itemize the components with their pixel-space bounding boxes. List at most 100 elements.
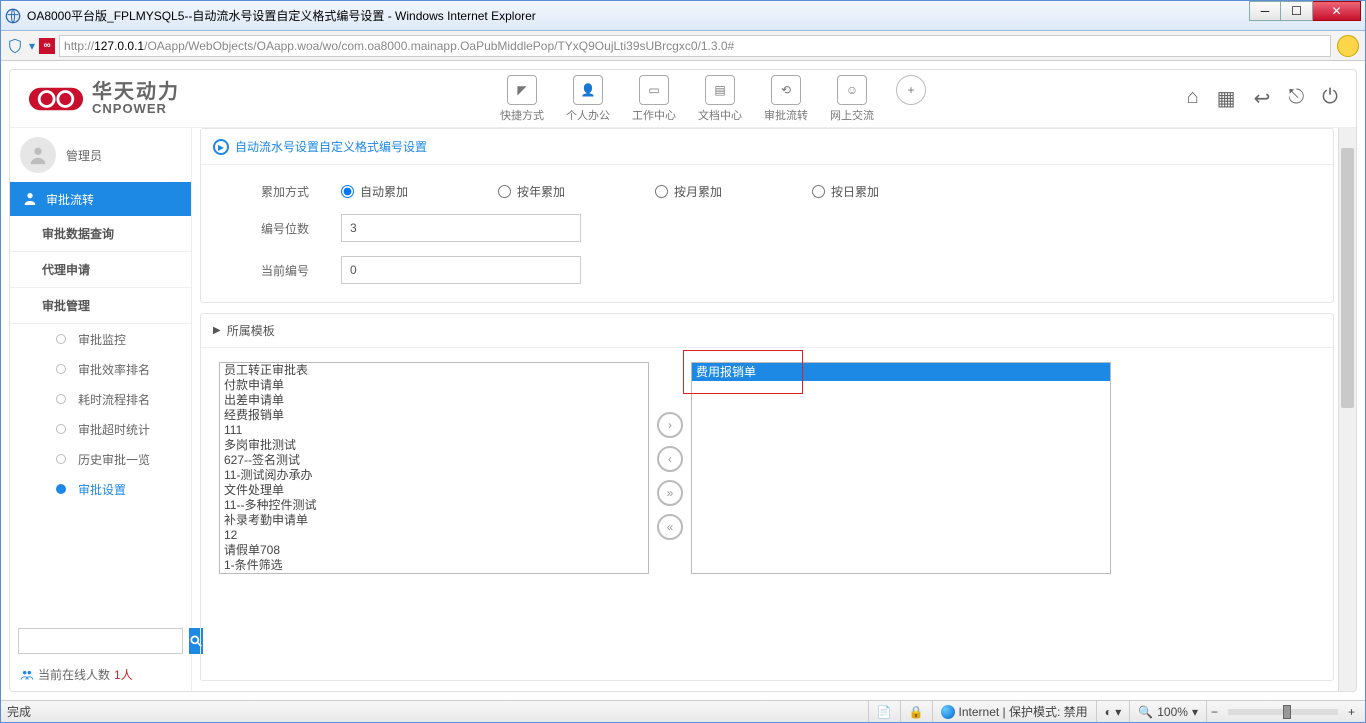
list-option[interactable]: 12 [220,528,648,543]
list-option[interactable]: 多岗审批测试 [220,438,648,453]
list-option[interactable]: 付款申请单 [220,378,648,393]
topnav-add[interactable]: + [896,75,926,123]
sidebar-subitem-审批设置[interactable]: 审批设置 [10,474,191,504]
template-source-list[interactable]: 员工转正审批表付款申请单出差申请单经费报销单111多岗审批测试627--签名测试… [219,362,649,574]
status-bar: 完成 📄 🔒 Internet | 保护模式: 禁用 ◐ ▾ 🔍 100% ▾ … [1,700,1365,722]
list-option[interactable]: 111 [220,423,648,438]
zoom-slider[interactable] [1228,709,1338,715]
move-left-button[interactable]: ‹ [657,446,683,472]
url-field[interactable]: http://127.0.0.1/OAapp/WebObjects/OAapp.… [59,35,1331,57]
bullet-icon [56,394,66,404]
move-all-right-button[interactable]: » [657,480,683,506]
list-option[interactable]: 补录考勤申请单 [220,513,648,528]
list-option[interactable]: 1销售新签 [220,573,648,574]
selected-option[interactable]: 费用报销单 [692,363,1110,381]
sidebar-item-代理申请[interactable]: 代理申请 [10,252,191,288]
sidebar-subitem-耗时流程排名[interactable]: 耗时流程排名 [10,384,191,414]
list-option[interactable]: 1-条件筛选 [220,558,648,573]
sidebar-item-审批数据查询[interactable]: 审批数据查询 [10,216,191,252]
avatar [20,137,56,173]
radio-按月累加[interactable]: 按月累加 [655,183,722,200]
status-icon-2[interactable]: 🔒 [900,701,932,722]
status-zone: Internet | 保护模式: 禁用 [959,703,1088,720]
window-maximize-button[interactable]: ☐ [1281,1,1313,21]
radio-按日累加[interactable]: 按日累加 [812,183,879,200]
smiley-icon[interactable] [1337,35,1359,57]
online-count: 当前在线人数 1人 [10,662,191,691]
radio-按年累加[interactable]: 按年累加 [498,183,565,200]
bullet-icon [56,364,66,374]
shield-icon [7,38,23,54]
brand-name-cn: 华天动力 [92,82,180,102]
window-close-button[interactable]: ✕ [1313,1,1361,21]
url-prefix: http:// [64,39,94,53]
topnav-审批流转[interactable]: ⟲审批流转 [764,75,808,123]
move-right-button[interactable]: › [657,412,683,438]
list-option[interactable]: 627--签名测试 [220,453,648,468]
sidebar-subitem-审批效率排名[interactable]: 审批效率排名 [10,354,191,384]
header-icons: ⌂ ▦ ↩ ⎋ ⏻ [1187,86,1338,111]
list-option[interactable]: 11-测试阅办承办 [220,468,648,483]
brand-name-en: CNPOWER [92,102,180,115]
bullet-icon [56,484,66,494]
topnav-icon: ▭ [639,75,669,105]
status-done: 完成 [7,703,868,720]
topnav-文档中心[interactable]: ▤文档中心 [698,75,742,123]
sidebar-item-审批管理[interactable]: 审批管理 [10,288,191,324]
radio-自动累加[interactable]: 自动累加 [341,183,408,200]
topnav-icon: ☺ [837,75,867,105]
site-icon: ∞ [39,38,55,54]
window-minimize-button[interactable]: ─ [1249,1,1281,21]
sidebar-subitem-审批超时统计[interactable]: 审批超时统计 [10,414,191,444]
address-bar: ▾ ∞ http://127.0.0.1/OAapp/WebObjects/OA… [1,31,1365,61]
url-rest: /OAapp/WebObjects/OAapp.woa/wo/com.oa800… [144,39,734,53]
status-icon-1[interactable]: 📄 [868,701,900,722]
label-current: 当前编号 [261,262,341,279]
input-digits[interactable] [341,214,581,242]
reply-icon[interactable]: ↩ [1254,86,1271,111]
topnav-网上交流[interactable]: ☺网上交流 [830,75,874,123]
label-digits: 编号位数 [261,220,341,237]
topnav-工作中心[interactable]: ▭工作中心 [632,75,676,123]
panel-title: 自动流水号设置自定义格式编号设置 [235,138,427,155]
sidebar: 管理员 审批流转 审批数据查询代理申请审批管理 审批监控审批效率排名耗时流程排名… [10,128,192,691]
status-mode-toggle[interactable]: ◐ ▾ [1096,701,1130,722]
list-option[interactable]: 经费报销单 [220,408,648,423]
triangle-right-icon: ▶ [213,325,221,336]
bullet-icon [56,334,66,344]
sidebar-search-input[interactable] [18,628,183,654]
user-box: 管理员 [10,128,191,182]
sidebar-section-header[interactable]: 审批流转 [10,182,191,216]
home-icon[interactable]: ⌂ [1187,86,1199,111]
sidebar-subitem-审批监控[interactable]: 审批监控 [10,324,191,354]
dropdown-icon[interactable]: ▾ [29,39,35,53]
zoom-out-button[interactable]: − [1211,705,1218,719]
panel2-header[interactable]: ▶ 所属模板 [201,314,1333,348]
list-option[interactable]: 文件处理单 [220,483,648,498]
topnav-快捷方式[interactable]: ◤快捷方式 [500,75,544,123]
zoom-control[interactable]: 🔍 100% ▾ [1129,701,1206,722]
move-all-left-button[interactable]: « [657,514,683,540]
list-option[interactable]: 出差申请单 [220,393,648,408]
url-host: 127.0.0.1 [94,39,144,53]
shirt-icon[interactable]: ⎋ [1288,86,1304,111]
main-scrollbar[interactable] [1338,128,1356,691]
zoom-in-button[interactable]: + [1348,705,1355,719]
topnav-icon: 👤 [573,75,603,105]
window-titlebar: OA8000平台版_FPLMYSQL5--自动流水号设置自定义格式编号设置 - … [1,1,1365,31]
list-option[interactable]: 请假单708 [220,543,648,558]
page-header: 华天动力 CNPOWER ◤快捷方式 👤个人办公 ▭工作中心 ▤文档中心 ⟲审批流转 ☺网… [10,70,1356,128]
list-option[interactable]: 员工转正审批表 [220,363,648,378]
input-current[interactable] [341,256,581,284]
template-selected-list[interactable]: 费用报销单 [691,362,1111,574]
globe-icon [941,705,955,719]
list-option[interactable]: 11--多种控件测试 [220,498,648,513]
ie-favicon [5,8,21,24]
sidebar-subitem-历史审批一览[interactable]: 历史审批一览 [10,444,191,474]
window-title: OA8000平台版_FPLMYSQL5--自动流水号设置自定义格式编号设置 - … [27,7,1249,24]
power-icon[interactable]: ⏻ [1322,86,1338,111]
bullet-icon [56,454,66,464]
grid-icon[interactable]: ▦ [1217,86,1236,111]
topnav-icon: ◤ [507,75,537,105]
topnav-个人办公[interactable]: 👤个人办公 [566,75,610,123]
